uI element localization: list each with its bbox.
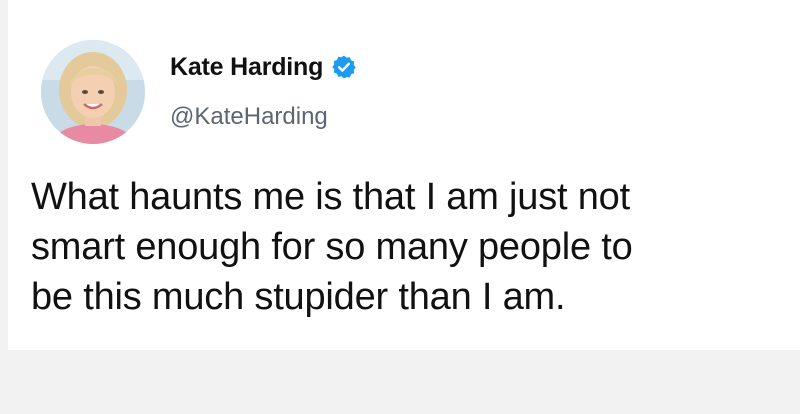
author-name-row: Kate Harding [170, 50, 357, 84]
tweet-text: What haunts me is that I am just not sma… [31, 176, 633, 318]
verified-badge-icon [331, 54, 357, 80]
avatar-photo [41, 40, 145, 144]
tweet-card: Kate Harding @KateHarding What haunts me… [8, 0, 800, 350]
author-handle[interactable]: @KateHarding [170, 103, 328, 131]
avatar[interactable] [41, 40, 145, 144]
author-display-name[interactable]: Kate Harding [170, 53, 323, 82]
